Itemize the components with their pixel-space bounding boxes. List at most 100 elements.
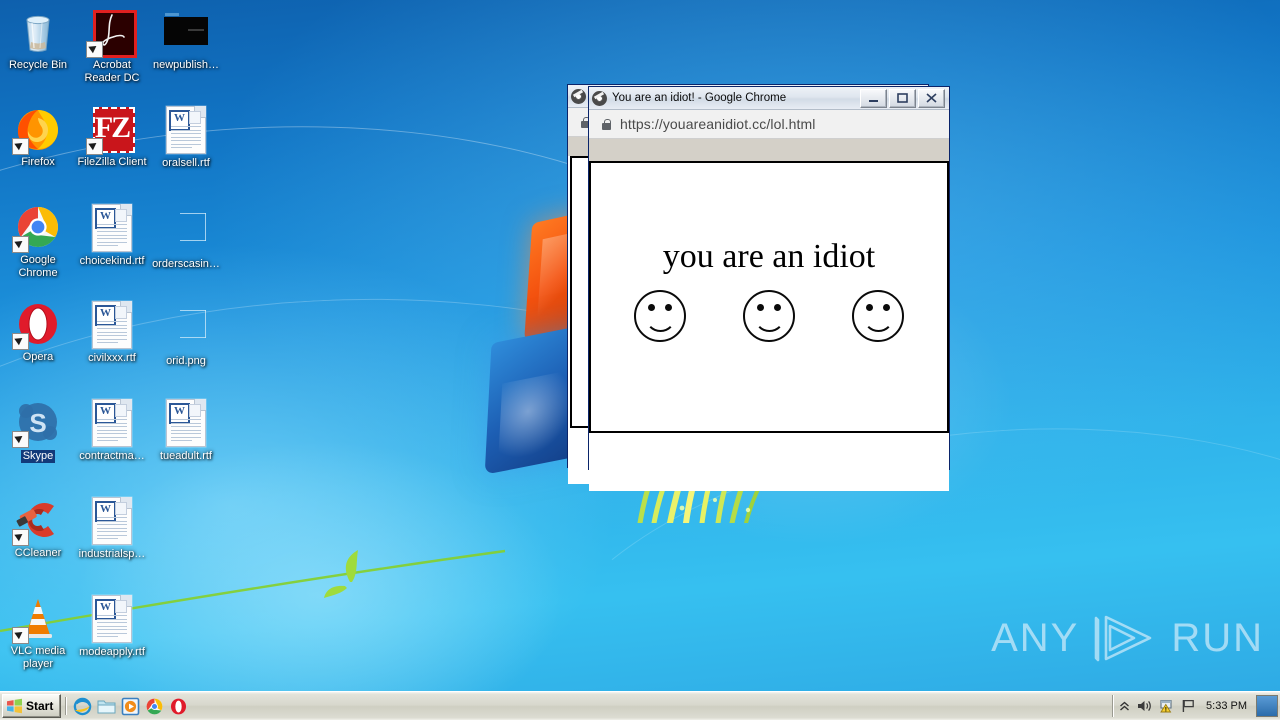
desktop-icon-label: industrialsp… (78, 548, 146, 560)
anyrun-watermark: ANY RUN (991, 612, 1264, 664)
desktop-icon-label: choicekind.rtf (79, 255, 145, 267)
browser-window[interactable]: You are an idiot! - Google Chrome https:… (588, 86, 950, 491)
firefox-icon (12, 105, 62, 155)
show-hidden-icons-chevron-icon[interactable] (1119, 701, 1130, 712)
start-button[interactable]: Start (2, 694, 62, 718)
desktop-icon-label: newpublish… (152, 59, 220, 71)
desktop-icon-label: CCleaner (14, 547, 62, 559)
taskbar-windows-explorer-icon[interactable] (94, 695, 118, 717)
vlc-cone-icon (12, 594, 62, 644)
desktop-icon-label: Skype (20, 450, 56, 463)
desktop-icon-label: tueadult.rtf (160, 450, 212, 462)
window-titlebar[interactable]: You are an idiot! - Google Chrome (589, 87, 949, 110)
desktop-icon-orderscasin[interactable]: orderscasin… (148, 203, 224, 271)
desktop-icon-label: Recycle Bin (8, 59, 68, 71)
desktop-icon-label: Acrobat Reader DC (84, 59, 140, 84)
acrobat-reader-icon (86, 8, 137, 58)
desktop-icon-label: Firefox (21, 156, 55, 168)
smiley-face-icon (852, 290, 904, 342)
svg-text:S: S (29, 408, 46, 438)
desktop-icon-recycle-bin[interactable]: Recycle Bin (0, 8, 76, 72)
desktop-icon-newpublish[interactable]: newpublish… (148, 8, 224, 72)
shortcut-overlay-icon (86, 138, 103, 155)
desktop-icon-modeapply-rtf[interactable]: W modeapply.rtf (74, 594, 150, 659)
page-heading: you are an idiot (662, 238, 876, 275)
quick-launch-separator (65, 697, 67, 715)
shortcut-overlay-icon (12, 627, 29, 644)
desktop[interactable]: ANY RUN Recycle Bin Acrobat Reader DC ne… (0, 0, 1280, 702)
desktop-icon-label: oralsell.rtf (162, 157, 210, 169)
chrome-icon (592, 90, 607, 106)
volume-icon[interactable] (1137, 699, 1152, 713)
rtf-document-icon: W (162, 399, 210, 447)
shortcut-overlay-icon (12, 138, 29, 155)
desktop-icon-contractma[interactable]: W contractma… (74, 398, 150, 463)
close-button[interactable] (918, 88, 945, 108)
desktop-icon-tueadult-rtf[interactable]: W tueadult.rtf (148, 398, 224, 463)
desktop-icon-label: civilxxx.rtf (88, 352, 136, 364)
desktop-icon-label: orderscasin… (152, 258, 220, 270)
address-bar[interactable]: https://youareanidiot.cc/lol.html (589, 110, 949, 139)
chrome-icon (571, 88, 586, 104)
window-controls (860, 88, 947, 108)
anyrun-play-logo-icon (1095, 615, 1152, 662)
desktop-icon-label: Google Chrome (18, 254, 58, 279)
action-center-flag-warning-icon[interactable] (1159, 699, 1174, 713)
desktop-icon-vlc-media-player[interactable]: VLC media player (0, 594, 76, 670)
desktop-icon-opera[interactable]: Opera (0, 300, 76, 364)
desktop-icon-label: Opera (22, 351, 54, 363)
minimize-button[interactable] (860, 88, 887, 108)
taskbar-google-chrome-icon[interactable] (142, 695, 166, 717)
skype-icon: S (12, 398, 62, 448)
filezilla-icon: FZ (86, 105, 136, 155)
window-title: You are an idiot! - Google Chrome (612, 92, 787, 104)
shortcut-overlay-icon (12, 236, 29, 253)
desktop-icon-civilxxx-rtf[interactable]: W civilxxx.rtf (74, 300, 150, 365)
desktop-icon-grid: Recycle Bin Acrobat Reader DC newpublish… (0, 0, 230, 690)
taskbar-internet-explorer-icon[interactable] (70, 695, 94, 717)
desktop-icon-label: VLC media player (10, 645, 66, 670)
anyrun-right-text: RUN (1171, 615, 1264, 660)
page-content-frame: you are an idiot (589, 161, 949, 433)
taskbar-windows-media-player-icon[interactable] (118, 695, 142, 717)
smiley-face-icon (634, 290, 686, 342)
desktop-icon-label: modeapply.rtf (79, 646, 145, 658)
rtf-document-icon: W (162, 106, 210, 154)
system-tray[interactable]: 5:33 PM (1112, 695, 1256, 717)
black-image-thumbnail-icon (162, 8, 210, 56)
taskbar-opera-icon[interactable] (166, 695, 190, 717)
rtf-document-icon: W (88, 595, 136, 643)
lock-icon (602, 118, 611, 130)
rtf-document-icon: W (88, 204, 136, 252)
page-viewport: you are an idiot (589, 161, 949, 491)
clock[interactable]: 5:33 PM (1203, 700, 1250, 712)
desktop-icon-skype[interactable]: S Skype (0, 398, 76, 464)
smiley-row (591, 290, 947, 342)
desktop-icon-google-chrome[interactable]: Google Chrome (0, 203, 76, 279)
address-bar-url[interactable]: https://youareanidiot.cc/lol.html (620, 116, 816, 132)
desktop-icon-oralsell-rtf[interactable]: W oralsell.rtf (148, 105, 224, 170)
rtf-document-icon: W (88, 399, 136, 447)
ccleaner-icon (12, 496, 62, 546)
desktop-icon-label: contractma… (79, 450, 145, 462)
image-file-icon (162, 207, 210, 255)
rtf-document-icon: W (88, 497, 136, 545)
desktop-icon-ccleaner[interactable]: CCleaner (0, 496, 76, 560)
network-flag-icon[interactable] (1181, 699, 1196, 713)
desktop-icon-orid-png[interactable]: orid.png (148, 300, 224, 368)
shortcut-overlay-icon (12, 431, 29, 448)
smiley-face-icon (743, 290, 795, 342)
opera-icon (12, 300, 62, 350)
show-desktop-button[interactable] (1256, 695, 1278, 717)
shortcut-overlay-icon (12, 333, 29, 350)
maximize-button[interactable] (889, 88, 916, 108)
rtf-document-icon: W (88, 301, 136, 349)
desktop-icon-choicekind-rtf[interactable]: W choicekind.rtf (74, 203, 150, 268)
desktop-icon-firefox[interactable]: Firefox (0, 105, 76, 169)
recycle-bin-icon (14, 8, 62, 56)
desktop-icon-filezilla-client[interactable]: FZ FileZilla Client (74, 105, 150, 169)
taskbar[interactable]: Start 5:33 PM (0, 691, 1280, 720)
windows-logo-icon (7, 698, 22, 714)
desktop-icon-acrobat-reader-dc[interactable]: Acrobat Reader DC (74, 8, 150, 84)
desktop-icon-industrialsp[interactable]: W industrialsp… (74, 496, 150, 561)
